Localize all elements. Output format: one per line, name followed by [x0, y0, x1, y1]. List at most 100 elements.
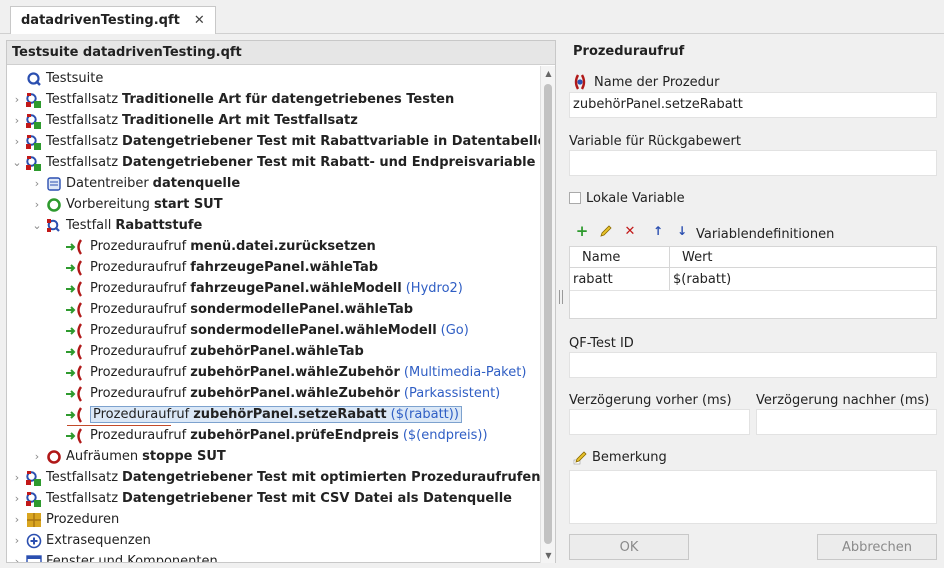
scroll-up-icon[interactable]: ▲	[541, 66, 556, 81]
node-type-text: Testfallsatz	[46, 92, 119, 107]
tree-row-procedure-call[interactable]: Prozeduraufruf sondermodellePanel.wähleTa…	[51, 299, 413, 320]
proc-name-label: Name der Prozedur	[594, 74, 720, 90]
variable-definitions-label: Variablendefinitionen	[696, 227, 835, 242]
add-row-icon[interactable]: +	[573, 222, 591, 240]
chevron-down-icon[interactable]: ⌄	[11, 156, 23, 169]
local-variable-checkbox[interactable]	[569, 192, 581, 204]
move-down-icon[interactable]: ↓	[673, 222, 691, 240]
tree-row-procedure-call-selected[interactable]: Prozeduraufruf zubehörPanel.setzeRabatt ($…	[51, 404, 462, 425]
tree-row-label: Prozeduraufruf zubehörPanel.wähleZubehör(…	[90, 386, 500, 401]
tree-row-procedures[interactable]: › Prozeduren	[11, 509, 119, 530]
tree-row-testset[interactable]: › Testfallsatz Datengetriebener Test mit R…	[11, 131, 541, 152]
chevron-down-icon[interactable]: ⌄	[31, 219, 43, 232]
tree-row-procedure-call[interactable]: Prozeduraufruf sondermodellePanel.wähleMo…	[51, 320, 469, 341]
tree-row-label: Testfallsatz Datengetriebener Test mit CS…	[46, 491, 512, 506]
tree-row-testcase[interactable]: ⌄ Testfall Rabattstufe	[31, 215, 202, 236]
chevron-right-icon[interactable]: ›	[31, 450, 43, 463]
tree-row-testset[interactable]: › Testfallsatz Datengetriebener Test mit C…	[11, 488, 512, 509]
tree-row-procedure-call[interactable]: Prozeduraufruf zubehörPanel.wähleTab	[51, 341, 364, 362]
node-parameter-text: ($(rabatt))	[390, 407, 459, 422]
node-type-text: Extrasequenzen	[46, 533, 151, 548]
testset-icon	[25, 154, 43, 172]
tree-row-setup[interactable]: › Vorbereitung start SUT	[31, 194, 223, 215]
tree-row-testset[interactable]: › Testfallsatz Traditionelle Art mit Testf…	[11, 110, 358, 131]
tree-row-label: Testfall Rabattstufe	[66, 218, 202, 233]
tree-row-extra-sequences[interactable]: › Extrasequenzen	[11, 530, 151, 551]
proc-name-field[interactable]: zubehörPanel.setzeRabatt	[569, 92, 937, 118]
table-cell-value[interactable]: $(rabatt)	[673, 269, 933, 290]
tree-row-cleanup[interactable]: › Aufräumen stoppe SUT	[31, 446, 226, 467]
ok-button[interactable]: OK	[569, 534, 689, 560]
chevron-right-icon[interactable]: ›	[11, 471, 23, 484]
node-type-text: Testfallsatz	[46, 134, 119, 149]
tree-row-windows-components[interactable]: › Fenster und Komponenten	[11, 551, 218, 562]
chevron-right-icon[interactable]: ›	[11, 135, 23, 148]
tree-row-procedure-call[interactable]: Prozeduraufruf menü.datei.zurücksetzen	[51, 236, 376, 257]
delete-row-icon[interactable]: ✕	[621, 222, 639, 240]
tree-row-label: Testfallsatz Traditionelle Art für dateng…	[46, 92, 454, 107]
node-type-text: Prozeduraufruf	[90, 365, 187, 380]
chevron-right-icon[interactable]: ›	[11, 93, 23, 106]
tree-row-testset[interactable]: ⌄ Testfallsatz Datengetriebener Test mit R…	[11, 152, 535, 173]
scroll-down-icon[interactable]: ▼	[541, 548, 556, 563]
tree-row-label: Extrasequenzen	[46, 533, 151, 548]
node-type-text: Testsuite	[46, 71, 104, 86]
close-icon[interactable]: ✕	[194, 13, 205, 28]
node-name-text: sondermodellePanel.wähleTab	[190, 302, 414, 317]
tree-row-testset[interactable]: › Testfallsatz Datengetriebener Test mit o…	[11, 467, 540, 488]
node-parameter-text: (Multimedia-Paket)	[403, 365, 527, 380]
delay-before-field[interactable]	[569, 409, 750, 435]
setup-icon	[45, 196, 63, 214]
tree-row-testsuite[interactable]: Testsuite	[11, 68, 103, 89]
delay-after-field[interactable]	[756, 409, 937, 435]
tree-row-procedure-call[interactable]: Prozeduraufruf fahrzeugePanel.wähleModell…	[51, 278, 463, 299]
test-tree[interactable]: Testsuite › Testfallsatz Traditionelle Art …	[7, 66, 541, 562]
tree-row-label: Testfallsatz Datengetriebener Test mit Ra…	[46, 134, 541, 149]
procedure-call-icon	[65, 301, 87, 319]
tree-row-procedure-call[interactable]: Prozeduraufruf zubehörPanel.wähleZubehör(…	[51, 383, 500, 404]
qf-test-id-field[interactable]	[569, 352, 937, 378]
scroll-thumb[interactable]	[544, 84, 552, 544]
comment-label-row: Bemerkung	[573, 450, 667, 465]
testset-icon	[25, 91, 43, 109]
split-handle[interactable]	[559, 290, 563, 304]
chevron-right-icon[interactable]: ›	[31, 177, 43, 190]
tree-scrollbar[interactable]: ▲ ▼	[540, 66, 555, 563]
node-type-text: Prozeduraufruf	[90, 323, 187, 338]
edit-row-icon[interactable]	[597, 222, 615, 240]
move-up-icon[interactable]: ↑	[649, 222, 667, 240]
column-header-name[interactable]: Name	[570, 247, 670, 268]
tree-row-procedure-call[interactable]: Prozeduraufruf zubehörPanel.wähleZubehör(…	[51, 362, 526, 383]
table-cell-name[interactable]: rabatt	[573, 269, 669, 290]
tree-row-procedure-call[interactable]: Prozeduraufruf zubehörPanel.prüfeEndpreis…	[51, 425, 488, 446]
tree-row-label: Aufräumen stoppe SUT	[66, 449, 226, 464]
tree-row-label: Prozeduraufruf zubehörPanel.wähleZubehör(…	[90, 365, 526, 380]
chevron-right-icon[interactable]: ›	[11, 513, 23, 526]
node-type-text: Testfallsatz	[46, 155, 119, 170]
chevron-right-icon[interactable]: ›	[11, 534, 23, 547]
node-type-text: Datentreiber	[66, 176, 149, 191]
comment-field[interactable]	[569, 470, 937, 524]
node-type-text: Aufräumen	[66, 449, 139, 464]
node-type-text: Prozeduraufruf	[90, 344, 187, 359]
tree-row-label: Testsuite	[46, 71, 103, 86]
drop-marker-line	[67, 425, 171, 426]
tree-panel: Testsuite datadrivenTesting.qft Testsuit…	[6, 40, 556, 563]
chevron-right-icon[interactable]: ›	[11, 114, 23, 127]
chevron-right-icon[interactable]: ›	[11, 492, 23, 505]
windows-components-icon	[25, 553, 43, 562]
variable-table[interactable]: Name Wert rabatt $(rabatt)	[569, 246, 937, 319]
tree-row-label: Prozeduraufruf sondermodellePanel.wähleTa…	[90, 302, 413, 317]
return-var-field[interactable]	[569, 150, 937, 176]
node-type-text: Testfallsatz	[46, 491, 119, 506]
tree-row-procedure-call[interactable]: Prozeduraufruf fahrzeugePanel.wähleTab	[51, 257, 378, 278]
node-name-text: fahrzeugePanel.wähleModell	[190, 281, 402, 296]
column-header-value[interactable]: Wert	[670, 247, 936, 268]
chevron-right-icon[interactable]: ›	[31, 198, 43, 211]
tree-row-testset[interactable]: › Testfallsatz Traditionelle Art für daten…	[11, 89, 454, 110]
node-type-text: Prozeduraufruf	[90, 302, 187, 317]
tree-row-datadriver[interactable]: › Datentreiber datenquelle	[31, 173, 240, 194]
cancel-button[interactable]: Abbrechen	[817, 534, 937, 560]
tab-datadriventesting[interactable]: datadrivenTesting.qft ✕	[10, 6, 216, 34]
chevron-right-icon[interactable]: ›	[11, 555, 23, 562]
